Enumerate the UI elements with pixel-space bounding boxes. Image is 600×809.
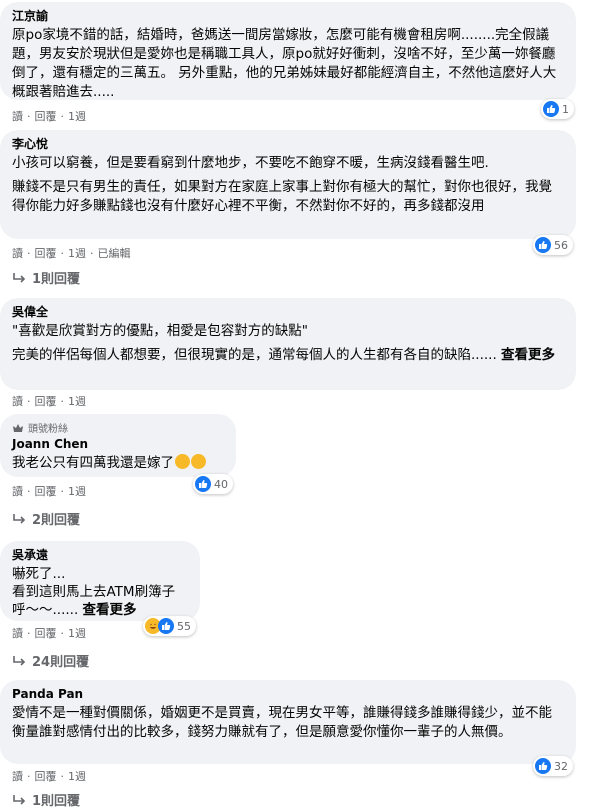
reaction-count[interactable]: 32 (533, 756, 573, 776)
top-fan-icon (13, 423, 23, 432)
reaction-count[interactable]: 1 (541, 99, 574, 119)
comment-author[interactable]: 吳偉全 (12, 304, 564, 320)
read-link[interactable]: 讀 (12, 627, 23, 641)
comment-text: 看到這則馬上去ATM刷簿子 (12, 584, 176, 600)
comment-bubble: Panda Pan 愛情不是一種對價關係，婚姻更不是買賣，現在男女平等，誰賺得錢… (0, 680, 576, 764)
comment-text: 賺錢不是只有男生的責任，如果對方在家庭上家事上對你有極大的幫忙，對你也很好，我覺… (12, 179, 552, 214)
comment-bubble: 頭號粉絲 Joann Chen 我老公只有四萬我還是嫁了 (0, 414, 236, 477)
comment-text: 嚇死了... (12, 566, 66, 582)
read-link[interactable]: 讀 (12, 770, 23, 784)
reply-arrow-icon (13, 272, 26, 283)
like-icon (535, 758, 551, 774)
edited-label: 已編輯 (97, 247, 131, 260)
comment-actions: 讀 · 回覆 · 1週 (12, 395, 86, 409)
read-link[interactable]: 讀 (12, 110, 23, 124)
comment-actions: 讀 · 回覆 · 1週 · 已編輯 (12, 247, 131, 261)
comment-author[interactable]: 吳承遠 (12, 547, 188, 563)
comment-text: 完美的伴侶每個人都想要，但很現實的是，通常每個人的人生都有各自的缺陷...... (12, 347, 497, 363)
laughing-emoji (175, 454, 190, 469)
reply-link[interactable]: 回覆 (35, 485, 57, 499)
top-fan-badge: 頭號粉絲 (12, 420, 224, 435)
comment-time[interactable]: 1週 (68, 110, 86, 124)
comment-author[interactable]: Joann Chen (12, 436, 224, 452)
comment-time[interactable]: 1週 (68, 485, 86, 499)
read-link[interactable]: 讀 (12, 485, 23, 499)
comment-text: 呼～～...... (12, 602, 79, 618)
comment-actions: 讀 · 回覆 · 1週 (12, 627, 86, 641)
comment-author[interactable]: 江京諭 (12, 8, 564, 24)
reply-arrow-icon (13, 794, 26, 805)
like-icon (195, 476, 211, 492)
reply-arrow-icon (13, 513, 26, 524)
reply-link[interactable]: 回覆 (35, 247, 57, 261)
like-icon (158, 618, 174, 634)
reply-link[interactable]: 回覆 (35, 627, 57, 641)
like-icon (535, 237, 551, 253)
reaction-count[interactable]: 55 (143, 616, 196, 636)
comment-time[interactable]: 1週 (68, 247, 86, 261)
view-replies-button[interactable]: 1則回覆 (12, 268, 80, 287)
like-icon (543, 101, 559, 117)
comment-actions: 讀 · 回覆 · 1週 (12, 770, 86, 784)
comment-text: 小孩可以窮養，但是要看窮到什麼地步，不要吃不飽穿不暖，生病沒錢看醫生吧. (12, 155, 489, 171)
view-replies-button[interactable]: 24則回覆 (12, 651, 89, 670)
comment-actions: 讀 · 回覆 · 1週 (12, 485, 86, 499)
comment-author[interactable]: Panda Pan (12, 686, 564, 702)
comment-bubble: 李心悅 小孩可以窮養，但是要看窮到什麼地步，不要吃不飽穿不暖，生病沒錢看醫生吧.… (0, 130, 576, 239)
comment-bubble: 吳承遠 嚇死了... 看到這則馬上去ATM刷簿子 呼～～...... 查看更多 (0, 541, 200, 621)
see-more-link[interactable]: 查看更多 (83, 602, 137, 618)
comment-bubble: 吳偉全 "喜歡是欣賞對方的優點，相愛是包容對方的缺點" 完美的伴侶每個人都想要，… (0, 298, 576, 390)
view-replies-button[interactable]: 1則回覆 (12, 790, 80, 809)
laughing-emoji (191, 454, 206, 469)
see-more-link[interactable]: 查看更多 (501, 347, 555, 363)
comment-text: 我老公只有四萬我還是嫁了 (12, 455, 174, 471)
reaction-count[interactable]: 56 (533, 235, 573, 255)
comment-time[interactable]: 1週 (68, 770, 86, 784)
comment-time[interactable]: 1週 (68, 627, 86, 641)
comment-text: 愛情不是一種對價關係，婚姻更不是買賣，現在男女平等，誰賺得錢多誰賺得錢少，並不能… (12, 705, 552, 740)
comment-text: "喜歡是欣賞對方的優點，相愛是包容對方的缺點" (12, 323, 308, 339)
read-link[interactable]: 讀 (12, 395, 23, 409)
view-replies-button[interactable]: 2則回覆 (12, 509, 80, 528)
reaction-count[interactable]: 40 (193, 474, 233, 494)
reply-link[interactable]: 回覆 (35, 770, 57, 784)
read-link[interactable]: 讀 (12, 247, 23, 261)
comment-text: 原po家境不錯的話，結婚時，爸媽送一間房當嫁妝，怎麼可能有機會租房啊......… (12, 27, 557, 100)
comment-actions: 讀 · 回覆 · 1週 (12, 110, 86, 124)
reply-link[interactable]: 回覆 (35, 395, 57, 409)
comment-bubble: 江京諭 原po家境不錯的話，結婚時，爸媽送一間房當嫁妝，怎麼可能有機會租房啊..… (0, 2, 576, 100)
comment-author[interactable]: 李心悅 (12, 136, 564, 152)
comment-time[interactable]: 1週 (68, 395, 86, 409)
reply-arrow-icon (13, 655, 26, 666)
reply-link[interactable]: 回覆 (35, 110, 57, 124)
